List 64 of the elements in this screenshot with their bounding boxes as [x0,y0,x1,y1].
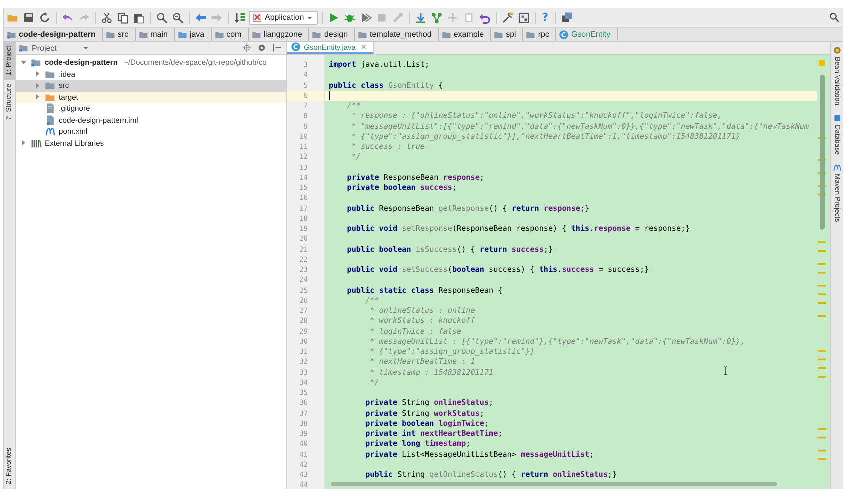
folder-icon [252,30,262,40]
scissors-icon[interactable] [100,12,114,24]
folder-icon [7,30,17,40]
caret-icon [82,44,90,52]
crosshair-icon[interactable] [241,43,253,53]
search-icon[interactable] [155,12,169,24]
breadcrumb[interactable]: code-design-pattern [4,28,103,41]
error-icon [253,12,263,22]
save-icon[interactable] [22,12,36,24]
folder-icon [45,80,56,92]
status-indicator-icon [819,60,825,66]
settings-icon[interactable] [256,43,268,53]
down-arrow-icon[interactable] [414,12,428,24]
expanded-arrow-icon[interactable] [20,58,28,67]
build-icon[interactable] [233,12,247,24]
breadcrumb[interactable]: design [309,28,356,41]
collapse-icon[interactable] [271,43,283,53]
breadcrumb[interactable]: rpc [523,28,556,41]
back-arrow-icon[interactable] [194,12,208,24]
run-configuration-dropdown[interactable]: Application [249,10,318,24]
folder-icon [494,30,504,40]
breadcrumb[interactable]: main [136,28,175,41]
breadcrumb[interactable]: lianggzone [248,28,310,41]
class-icon [291,42,301,52]
vertical-scrollbar[interactable] [820,75,825,230]
wrench-icon[interactable] [501,12,516,24]
undo-icon[interactable] [61,12,75,24]
database-icon [832,114,842,123]
revert-icon[interactable] [478,12,492,24]
folder-icon [358,30,368,40]
maven-icon [832,162,842,172]
breadcrumb[interactable]: template_method [355,28,439,41]
folder-icon [526,30,536,40]
folder-icon [31,57,42,68]
bean-icon [832,46,842,55]
breadcrumb[interactable]: src [102,28,136,41]
paste-icon[interactable] [132,12,146,24]
collapsed-arrow-icon[interactable] [20,139,28,148]
folder-icon [312,30,322,40]
search-icon[interactable] [828,12,841,23]
class-icon [559,30,570,40]
breadcrumb[interactable]: spi [491,28,524,41]
horizontal-scrollbar[interactable] [331,482,777,486]
file-icon [45,114,56,126]
folder-icon [442,30,452,40]
folder-icon [19,43,29,53]
folder-icon [214,30,225,40]
sync-icon[interactable] [38,12,52,24]
library-icon [31,138,42,149]
folder-icon [106,30,116,40]
structure-icon[interactable] [517,12,532,24]
breadcrumb[interactable]: com [212,28,249,41]
breadcrumb[interactable]: java [174,28,212,41]
branch-icon[interactable] [430,12,444,24]
maven-icon [45,126,56,138]
folder-icon [178,30,188,40]
text-caret [329,91,330,100]
file-icon [45,103,56,114]
window-icon[interactable] [560,12,574,24]
close-icon[interactable] [358,43,369,51]
copy-icon[interactable] [116,12,130,24]
breadcrumb[interactable]: example [438,28,492,41]
search-icon[interactable] [171,12,185,24]
folder-icon [138,30,149,40]
